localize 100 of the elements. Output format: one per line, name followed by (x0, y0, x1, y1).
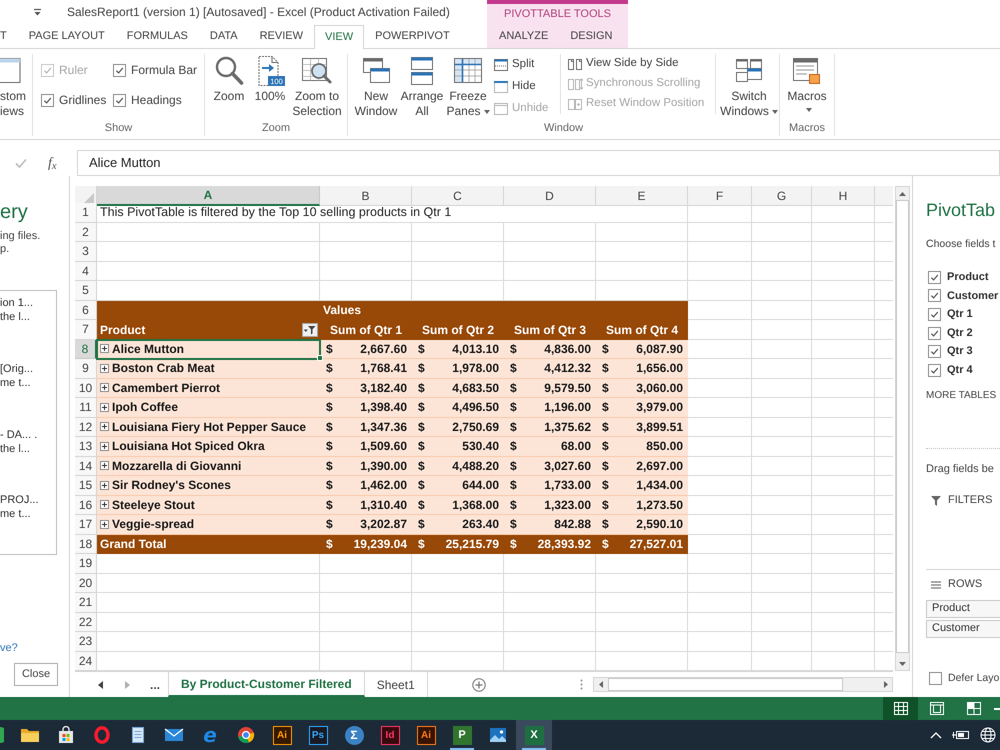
field-name[interactable]: Qtr 2 (947, 324, 973, 342)
checkbox[interactable] (928, 345, 941, 358)
ribbon-button[interactable]: Zoom to Selection (288, 54, 346, 120)
taskbar-button[interactable]: Ai (264, 720, 300, 750)
file-name[interactable]: PROJ... (0, 493, 56, 508)
row-header[interactable]: 12 (75, 418, 97, 437)
expand-icon[interactable] (100, 364, 109, 373)
row-header[interactable]: 21 (75, 593, 97, 612)
file-name[interactable]: ion 1... (0, 296, 56, 310)
checkbox-label[interactable]: Defer Layo (948, 670, 1000, 686)
row-label-cell[interactable]: Mozzarella di Giovanni (97, 456, 320, 476)
file-name[interactable]: - DA... . (0, 428, 56, 442)
column-header[interactable]: D (504, 186, 596, 206)
row-label-cell[interactable]: Ipoh Coffee (97, 398, 320, 418)
ribbon-button[interactable]: Switch Windows (719, 54, 779, 114)
column-header[interactable]: F (688, 186, 752, 206)
scroll-up-icon[interactable] (899, 192, 906, 196)
taskbar-button[interactable]: P (444, 720, 480, 750)
checkbox[interactable] (928, 364, 941, 377)
expand-icon[interactable] (100, 383, 109, 392)
expand-icon[interactable] (100, 500, 109, 510)
row-label-cell[interactable]: Veggie-spread (97, 515, 320, 534)
expand-icon[interactable] (100, 422, 109, 432)
row-header[interactable]: 4 (75, 262, 97, 281)
fill-handle-icon[interactable] (317, 355, 323, 361)
field-name[interactable]: Qtr 4 (947, 362, 973, 379)
row-header[interactable]: 20 (75, 574, 97, 593)
view-button[interactable] (883, 697, 918, 720)
scroll-left-icon[interactable] (98, 680, 103, 688)
ribbon-button[interactable]: Zoom (209, 54, 249, 120)
ribbon-tab[interactable]: VIEW (314, 25, 364, 49)
checkbox[interactable] (113, 94, 126, 106)
column-header[interactable]: E (596, 186, 688, 206)
row-label-cell[interactable]: Steeleye Stout (97, 496, 320, 515)
field-name[interactable]: Product (947, 269, 989, 286)
row-header[interactable]: 23 (75, 632, 97, 652)
checkbox[interactable] (929, 672, 942, 685)
scroll-right-icon[interactable] (884, 681, 888, 688)
globe-icon[interactable] (980, 727, 996, 743)
row-header[interactable]: 6 (75, 300, 97, 320)
battery-icon[interactable] (952, 729, 970, 741)
ribbon-button[interactable]: New Window (353, 54, 399, 120)
ribbon-tab[interactable]: FORMULAS (116, 24, 199, 48)
column-header[interactable]: C (412, 186, 504, 206)
chevron-up-icon[interactable] (930, 732, 942, 738)
row-label-cell[interactable]: Alice Mutton (97, 340, 320, 359)
expand-icon[interactable] (100, 402, 109, 412)
formula-input[interactable]: Alice Mutton (77, 150, 1000, 176)
scroll-left-icon[interactable] (599, 681, 603, 688)
insert-function-button[interactable]: f$_{x}$ (48, 152, 57, 174)
ribbon-tab[interactable]: ANALYZE (488, 24, 560, 48)
row-label-cell[interactable]: Louisiana Fiery Hot Pepper Sauce (97, 418, 320, 437)
file-name[interactable]: [Orig... (0, 362, 56, 376)
checkbox[interactable] (928, 308, 941, 321)
row-header[interactable]: 15 (75, 476, 97, 496)
row-header[interactable]: 8 (75, 340, 97, 359)
row-label-cell[interactable]: Sir Rodney's Scones (97, 476, 320, 496)
row-header[interactable]: 5 (75, 281, 97, 300)
taskbar-button[interactable]: X (516, 720, 552, 750)
horizontal-scrollbar[interactable] (593, 677, 893, 692)
row-header[interactable]: 22 (75, 612, 97, 632)
row-label-cell[interactable]: Boston Crab Meat (97, 359, 320, 378)
more-tables-link[interactable]: MORE TABLES (926, 388, 996, 403)
taskbar-button[interactable]: Id (372, 720, 408, 750)
expand-icon[interactable] (100, 461, 109, 470)
scrollbar-thumb[interactable] (608, 678, 843, 691)
expand-icon[interactable] (100, 480, 109, 490)
checkbox-label[interactable]: Gridlines (59, 91, 106, 109)
taskbar-button[interactable]: e (192, 720, 228, 750)
scroll-down-icon[interactable] (899, 662, 906, 666)
row-label-cell[interactable]: Louisiana Hot Spiced Okra (97, 437, 320, 456)
check-icon[interactable] (15, 158, 27, 168)
ribbon-tab[interactable]: POWERPIVOT (364, 24, 461, 48)
ribbon-button[interactable]: stom iews (0, 54, 32, 119)
checkbox[interactable] (928, 270, 941, 284)
field-name[interactable]: Customer (947, 288, 998, 304)
expand-icon[interactable] (100, 520, 109, 529)
field-chip[interactable]: Product (926, 600, 1000, 618)
checkbox[interactable] (41, 94, 54, 106)
scrollbar-thumb[interactable] (896, 200, 909, 653)
filter-dropdown-icon[interactable] (302, 322, 318, 337)
column-header[interactable]: G (752, 186, 812, 206)
column-header[interactable]: A (97, 186, 320, 206)
field-name[interactable]: Qtr 1 (947, 306, 973, 323)
row-header[interactable]: 3 (75, 242, 97, 262)
expand-icon[interactable] (100, 442, 109, 451)
sheet-tab[interactable]: By Product-Customer Filtered (168, 672, 365, 697)
ribbon-tab[interactable]: DESIGN (559, 24, 624, 48)
row-header[interactable]: 11 (75, 398, 97, 418)
row-header[interactable]: 1 (75, 203, 97, 223)
row-header[interactable]: 18 (75, 534, 97, 554)
checkbox-label[interactable]: Formula Bar (131, 61, 198, 79)
ribbon-button[interactable]: Macros (783, 54, 831, 120)
taskbar-button[interactable]: Ai (408, 720, 444, 750)
grip-icon[interactable] (580, 679, 583, 690)
ribbon-button[interactable]: View Side by Side (567, 54, 712, 74)
ribbon-tab[interactable]: REVIEW (248, 24, 314, 48)
field-chip[interactable]: Customer (926, 620, 1000, 638)
dropdown-arrow-icon[interactable] (33, 8, 42, 16)
row-label-cell[interactable]: Camembert Pierrot (97, 378, 320, 398)
